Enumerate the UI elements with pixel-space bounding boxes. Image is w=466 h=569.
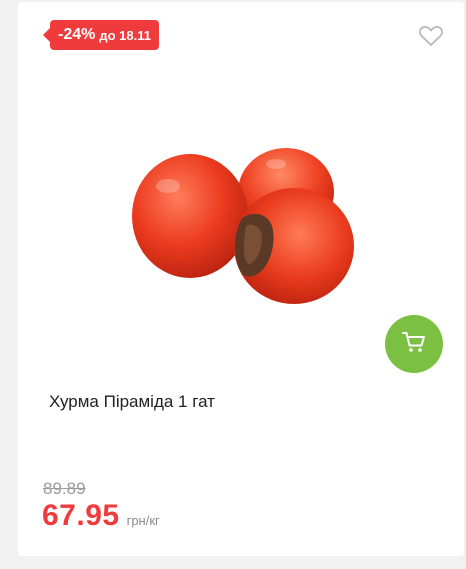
- discount-until: до 18.11: [99, 27, 151, 43]
- current-price: 67.95: [42, 499, 120, 532]
- cart-icon: [401, 330, 427, 359]
- persimmon-image[interactable]: [126, 140, 366, 316]
- price-unit: грн/кг: [126, 513, 160, 528]
- add-to-cart-button[interactable]: [385, 315, 443, 373]
- product-title[interactable]: Хурма Піраміда 1 гат: [49, 392, 215, 412]
- old-price: 89.89: [43, 479, 86, 498]
- heart-icon[interactable]: [418, 24, 444, 48]
- product-card[interactable]: -24% до 18.11 Хурма Піраміда 1 гат 89.89…: [18, 2, 464, 556]
- discount-badge: -24% до 18.11: [43, 20, 159, 50]
- discount-percent: -24%: [58, 26, 96, 43]
- price-row: 67.95 грн/кг: [42, 499, 160, 533]
